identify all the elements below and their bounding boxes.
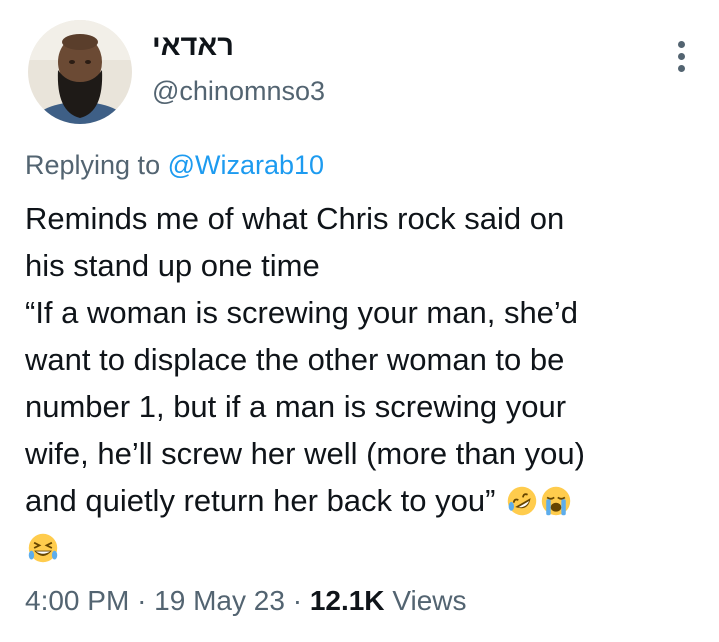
tweet-line: his stand up one time [25, 248, 320, 283]
tweet-line: wife, he’ll screw her well (more than yo… [25, 436, 585, 471]
rolling-on-floor-laughing-emoji [507, 486, 537, 516]
meta-separator: · [137, 585, 147, 616]
display-name[interactable]: ראדאי [152, 30, 234, 63]
more-options-icon[interactable] [670, 38, 694, 74]
user-handle[interactable]: @chinomnso3 [152, 76, 325, 107]
views-count[interactable]: 12.1K [310, 585, 385, 616]
tweet-line-last: and quietly return her back to you” [25, 477, 697, 524]
replying-to-label: Replying to [25, 150, 161, 180]
meta-separator: · [292, 585, 303, 616]
tweet-time[interactable]: 4:00 PM [25, 585, 129, 616]
grinning-squinting-sweat-emoji [28, 533, 58, 563]
tweet-meta: 4:00 PM · 19 May 23 · 12.1K Views [25, 585, 467, 617]
tweet-line: “If a woman is screwing your man, she’d [25, 295, 579, 330]
tweet-line: Reminds me of what Chris rock said on [25, 201, 565, 236]
tweet-text: Reminds me of what Chris rock said on hi… [25, 195, 697, 571]
tweet-line-emoji [25, 524, 697, 571]
tweet: ראדאי @chinomnso3 Replying to @Wizarab10… [0, 0, 719, 642]
reply-mention-link[interactable]: @Wizarab10 [168, 150, 324, 180]
profile-photo [28, 20, 132, 124]
avatar[interactable] [28, 20, 132, 124]
views-label[interactable]: Views [392, 585, 466, 616]
tweet-line: number 1, but if a man is screwing your [25, 389, 567, 424]
replying-to: Replying to @Wizarab10 [25, 150, 324, 181]
loudly-crying-emoji [541, 486, 571, 516]
tweet-line: and quietly return her back to you” [25, 483, 496, 518]
tweet-date[interactable]: 19 May 23 [154, 585, 285, 616]
tweet-line: want to displace the other woman to be [25, 342, 565, 377]
